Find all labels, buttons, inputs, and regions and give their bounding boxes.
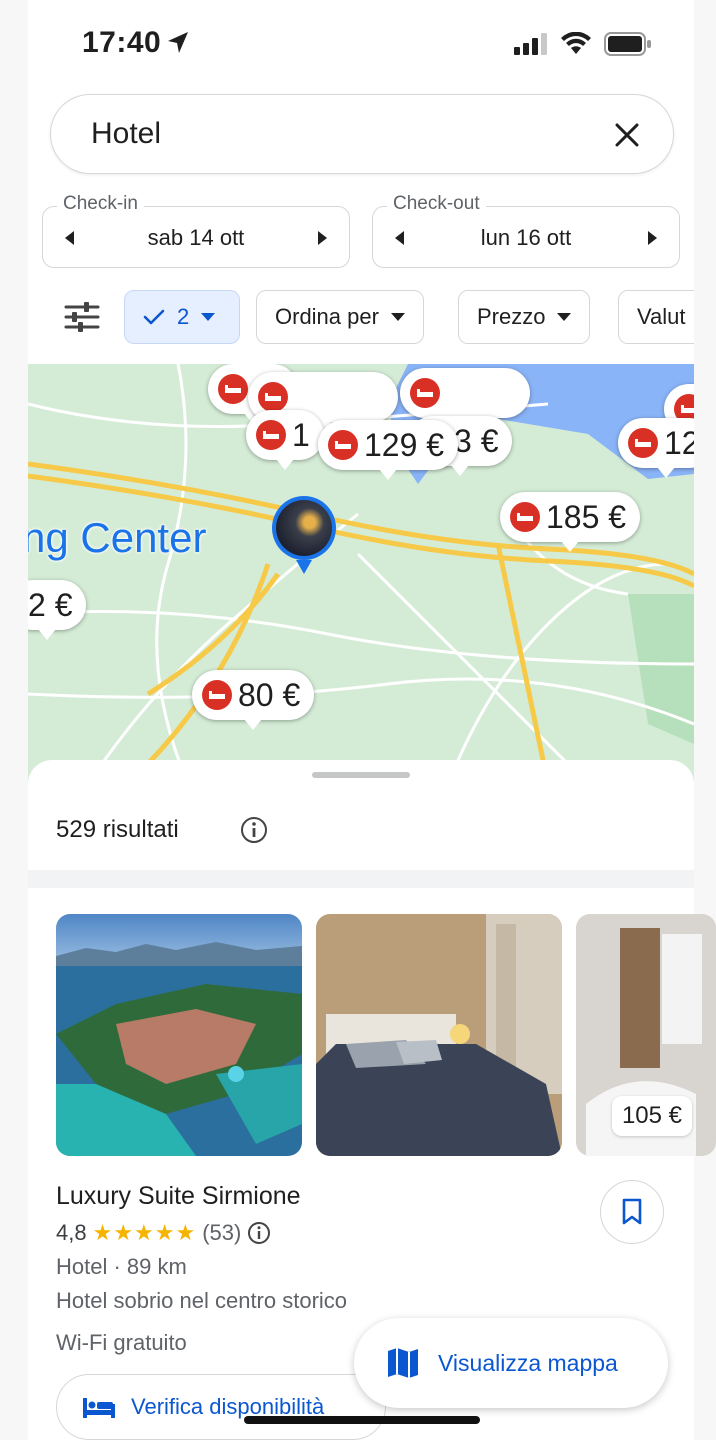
hotel-description: Hotel sobrio nel centro storico [56,1288,348,1313]
photo-price-badge: 105 € [611,1096,692,1136]
hotel-type-distance: Hotel · 89 km [56,1254,187,1279]
hotel-amenity: Wi-Fi gratuito [56,1330,187,1355]
info-icon[interactable] [247,1221,271,1245]
hotel-price-pin[interactable] [400,368,530,428]
section-divider [28,870,694,888]
location-arrow-icon [168,32,188,53]
price-label: Prezzo [477,304,546,329]
map-view[interactable]: ng Center 1 3 € 129 € 12 185 € 2 € 80 € [28,364,694,784]
hotel-icon [258,382,288,412]
pin-price: 1 [292,416,310,453]
hotel-name[interactable]: Luxury Suite Sirmione [56,1182,301,1211]
battery-icon [604,32,651,56]
check-availability-button[interactable]: Verifica disponibilità [56,1374,386,1440]
filter-chips: 2 Ordina per Prezzo Valut [28,290,694,346]
checkout-value: lun 16 ott [480,225,572,250]
pin-price: 2 € [28,586,73,623]
hotel-photo-aerial[interactable] [56,914,302,1156]
check-icon [143,309,165,325]
hotel-price-pin[interactable]: 129 € [318,420,459,480]
rating-label: Valut [637,304,686,329]
pin-price: 3 € [454,422,499,459]
map-place-label: ng Center [28,514,207,561]
hotel-photo-bedroom[interactable] [316,914,562,1156]
sort-label: Ordina per [275,304,379,329]
wifi-icon [561,32,591,54]
checkout-next-icon[interactable] [648,231,657,245]
status-time: 17:40 [82,26,162,59]
view-map-button[interactable]: Visualizza mappa [354,1318,668,1408]
bookmark-icon [622,1198,642,1225]
hotel-icon [256,420,286,450]
sort-filter-chip[interactable]: Ordina per [256,290,424,344]
save-button[interactable] [600,1180,664,1244]
hotel-price-pin[interactable]: 2 € [28,580,87,640]
search-bar[interactable]: Hotel [50,94,674,174]
pin-price: 12 [664,424,694,461]
pin-price: 80 € [238,676,301,713]
status-icons [514,32,652,56]
hotel-icon [218,374,248,404]
tune-icon[interactable] [64,302,100,332]
checkin-legend: Check-in [57,193,144,215]
sheet-drag-handle[interactable] [312,772,410,778]
results-count: 529 risultati [56,816,179,843]
view-map-label: Visualizza mappa [438,1349,618,1376]
price-filter-chip[interactable]: Prezzo [458,290,591,344]
hotel-photo-bathroom[interactable]: 105 € [576,914,716,1156]
bed-icon [83,1398,115,1418]
rating-filter-chip[interactable]: Valut [618,290,694,344]
chevron-down-icon [557,313,572,321]
checkin-value: sab 14 ott [147,225,245,250]
place-photo-pin[interactable] [272,496,336,574]
hotel-price-pin[interactable]: 80 € [192,670,315,730]
map-icon [388,1348,418,1378]
hotel-icon [510,502,540,532]
checkin-picker[interactable]: Check-in sab 14 ott [42,193,350,268]
rating-row: 4,8 ★★★★★ (53) [56,1220,271,1246]
hotel-icon [410,378,440,408]
review-count: (53) [202,1220,242,1245]
results-sheet: 529 risultati 105 € Luxury Suite Sirmion… [28,760,716,1440]
search-input[interactable]: Hotel [91,117,161,151]
chevron-down-icon [390,313,405,321]
hotel-icon [328,430,358,460]
guests-filter-chip[interactable]: 2 [124,290,240,344]
pin-price: 185 € [546,498,627,535]
pin-price: 129 € [364,426,445,463]
hotel-price-pin[interactable]: 12 [618,418,694,478]
hotel-price-pin[interactable]: 185 € [500,492,641,552]
hotel-icon [628,428,658,458]
chevron-down-icon [201,313,216,321]
close-icon[interactable] [605,113,649,157]
checkout-picker[interactable]: Check-out lun 16 ott [372,193,680,268]
home-indicator[interactable] [244,1416,480,1424]
checkin-next-icon[interactable] [318,231,327,245]
info-icon[interactable] [240,816,268,844]
guests-count: 2 [177,304,190,329]
status-bar: 17:40 [0,0,716,88]
rating-stars: ★★★★★ [92,1220,197,1245]
rating-value: 4,8 [56,1220,87,1245]
signal-icon [514,33,547,55]
checkout-legend: Check-out [387,193,486,215]
hotel-price-pin[interactable]: 1 [246,410,324,470]
hotel-icon [202,680,232,710]
